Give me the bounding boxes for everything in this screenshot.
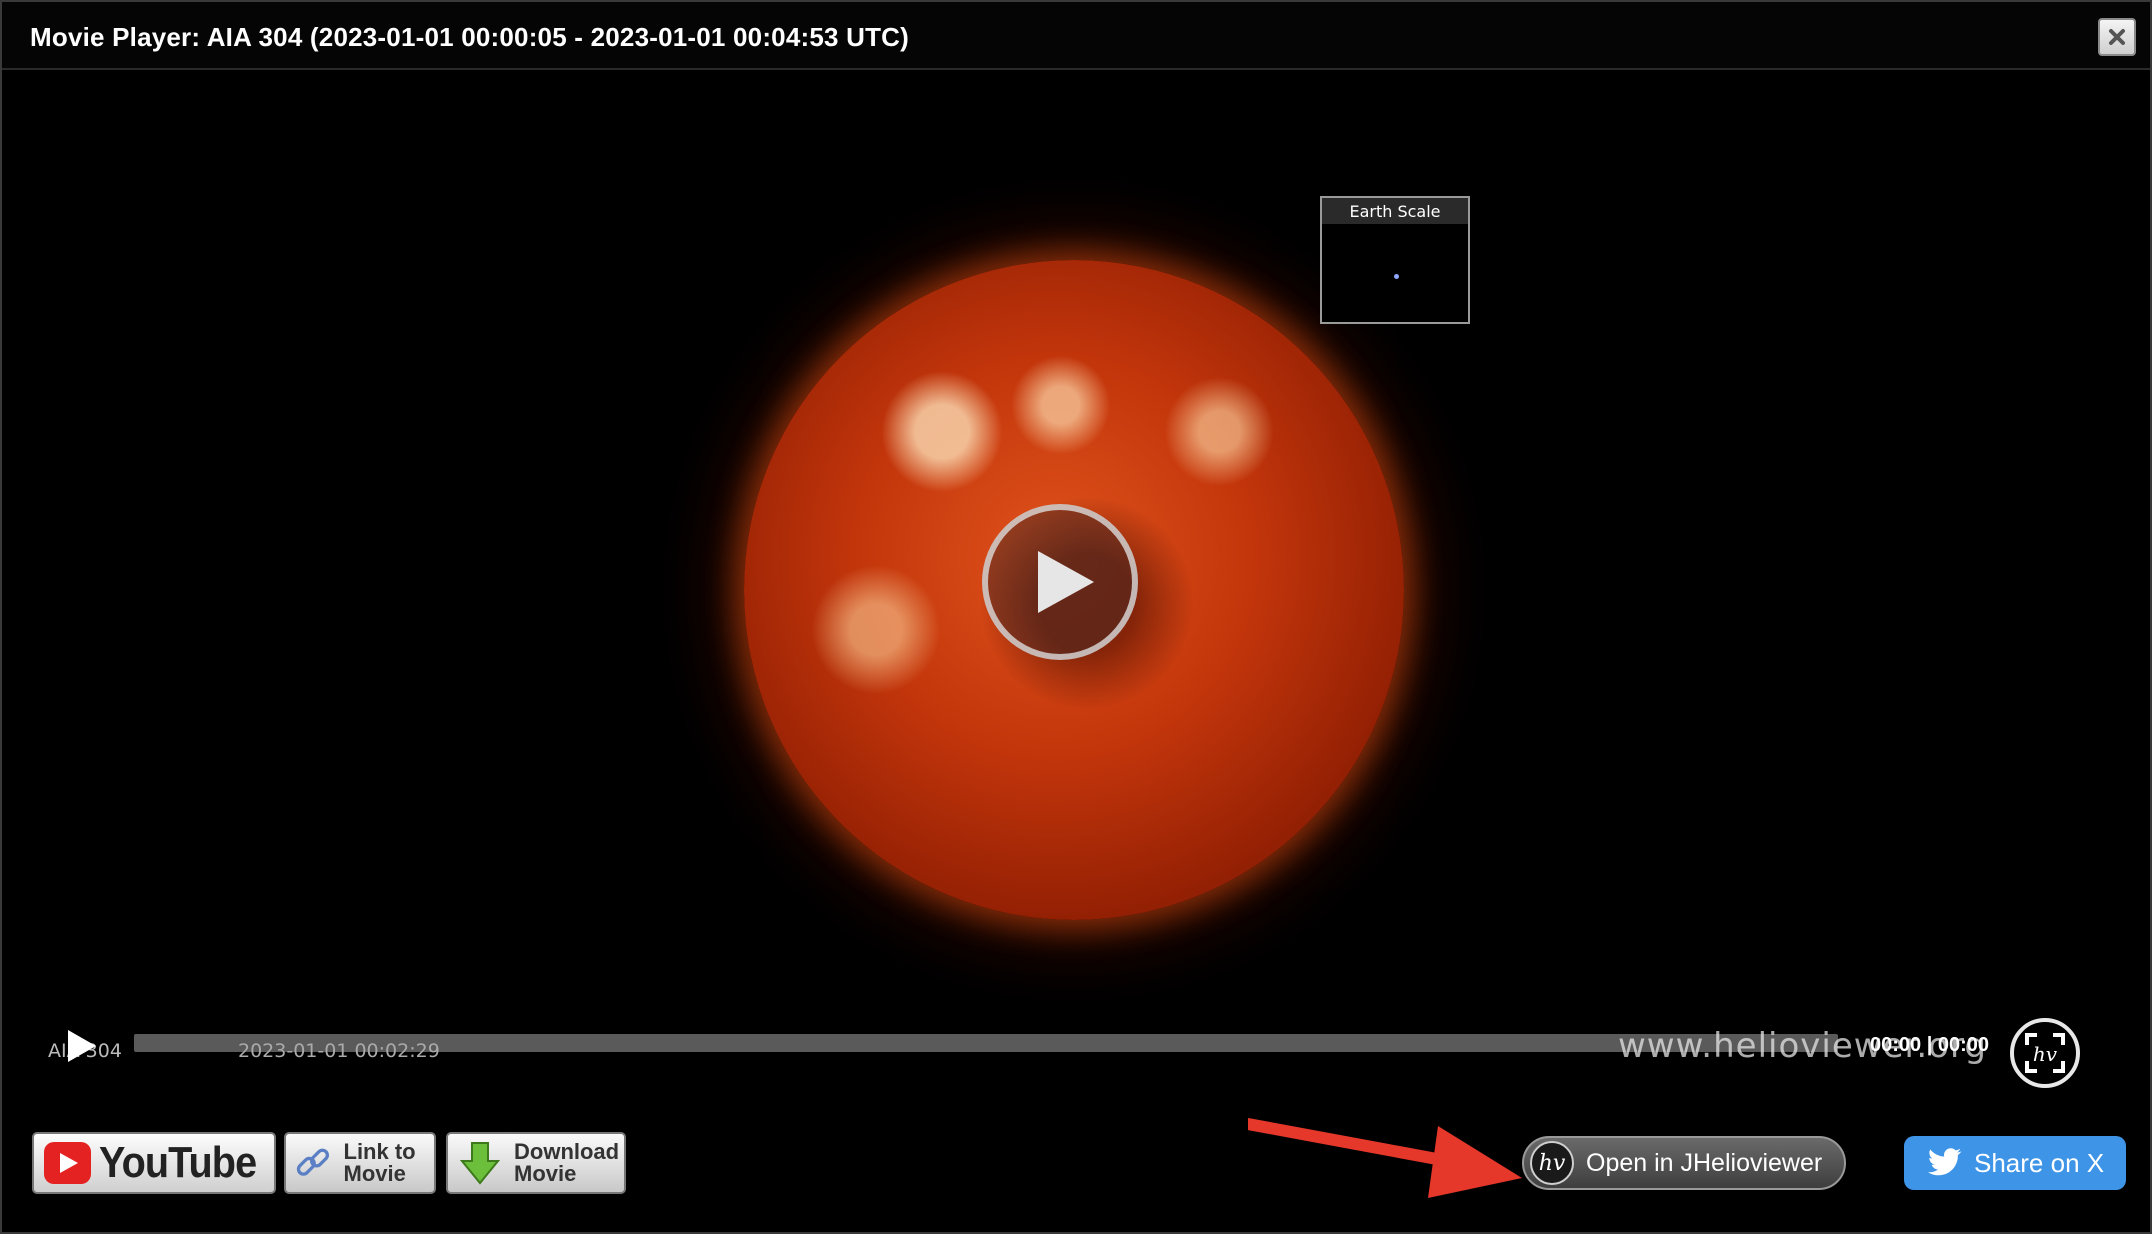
earth-dot — [1394, 274, 1399, 279]
youtube-label: YouTube — [99, 1138, 257, 1187]
close-button[interactable] — [2098, 18, 2136, 56]
jhelioviewer-logo-icon: hv — [1530, 1141, 1574, 1185]
download-arrow-icon — [459, 1142, 501, 1185]
fullscreen-icon: hv — [2025, 1033, 2065, 1073]
open-in-jhelioviewer-label: Open in JHelioviewer — [1586, 1148, 1823, 1177]
youtube-logo-icon — [44, 1142, 92, 1184]
time-readout: 00:00 | 00:00 — [1870, 1034, 1990, 1056]
download-movie-button[interactable]: Download Movie — [446, 1132, 626, 1194]
earth-scale-label: Earth Scale — [1322, 198, 1468, 224]
earth-scale-box: Earth Scale — [1320, 196, 1470, 324]
play-icon — [1038, 551, 1094, 613]
link-to-movie-button[interactable]: Link to Movie — [284, 1132, 436, 1194]
play-button[interactable] — [66, 1028, 98, 1064]
link-to-movie-label: Link to Movie — [343, 1139, 416, 1186]
frame-timestamp: 2023-01-01 00:02:29 — [238, 1040, 440, 1062]
svg-text:hv: hv — [2033, 1042, 2058, 1066]
movie-player-dialog: Movie Player: AIA 304 (2023-01-01 00:00:… — [0, 0, 2152, 1234]
share-action-bar: YouTube Link to Movie Download Movie hv … — [2, 1132, 2150, 1202]
share-on-x-label: Share on X — [1974, 1147, 2105, 1178]
upload-youtube-button[interactable]: YouTube — [32, 1132, 276, 1194]
dialog-titlebar: Movie Player: AIA 304 (2023-01-01 00:00:… — [2, 2, 2150, 70]
movie-viewport[interactable]: Earth Scale — [2, 70, 2150, 1100]
dialog-title: Movie Player: AIA 304 (2023-01-01 00:00:… — [30, 22, 909, 52]
fullscreen-button[interactable]: hv — [2010, 1018, 2080, 1088]
playback-controls: AIA 304 2023-01-01 00:02:29 www.heliovie… — [2, 1018, 2150, 1098]
share-on-x-button[interactable]: Share on X — [1904, 1136, 2126, 1190]
download-movie-label: Download Movie — [514, 1139, 620, 1186]
twitter-bird-icon — [1928, 1148, 1962, 1176]
close-icon — [2109, 29, 2125, 45]
open-in-jhelioviewer-button[interactable]: hv Open in JHelioviewer — [1522, 1136, 1846, 1190]
link-chain-icon — [296, 1148, 330, 1176]
play-overlay-button[interactable] — [982, 504, 1138, 660]
